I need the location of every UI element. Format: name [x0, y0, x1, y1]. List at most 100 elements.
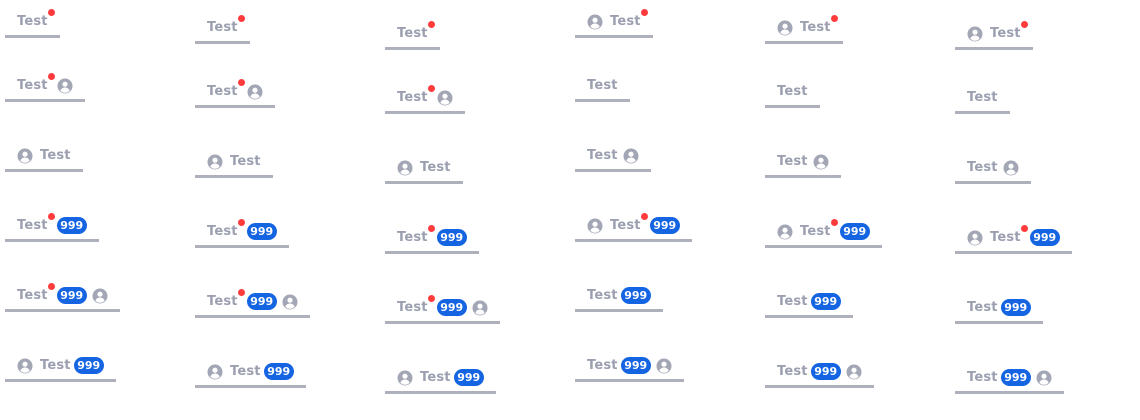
tab-item[interactable]: Test 999: [385, 294, 500, 324]
tab-label: Test: [587, 147, 618, 163]
tab-item[interactable]: Test 999: [765, 288, 853, 318]
tab-item[interactable]: Test: [195, 148, 273, 178]
count-badge: 999: [1000, 299, 1031, 316]
user-icon: [17, 358, 33, 374]
count-badge: 999: [839, 223, 870, 240]
tab-label: Test: [207, 78, 245, 99]
user-icon: [846, 364, 862, 380]
tab-item[interactable]: Test 999: [955, 224, 1072, 254]
notification-dot: [47, 212, 55, 220]
user-icon: [587, 218, 603, 234]
user-icon: [967, 26, 983, 42]
tab-item[interactable]: Test 999: [385, 364, 496, 394]
user-icon: [777, 20, 793, 36]
tab-item[interactable]: Test 999: [5, 212, 99, 242]
tab-item[interactable]: Test 999: [955, 294, 1043, 324]
tab-label: Test: [587, 357, 618, 373]
tab-item[interactable]: Test: [5, 8, 60, 38]
user-icon: [656, 358, 672, 374]
tab-item[interactable]: Test: [955, 84, 1010, 114]
tab-item[interactable]: Test 999: [195, 358, 306, 388]
tab-label: Test: [230, 363, 261, 379]
tab-item[interactable]: Test 999: [765, 218, 882, 248]
tab-item[interactable]: Test: [385, 20, 440, 50]
user-icon: [587, 14, 603, 30]
tab-item[interactable]: Test: [955, 154, 1031, 184]
tab-label: Test: [587, 77, 618, 93]
user-icon: [623, 148, 639, 164]
tab-label: Test: [967, 159, 998, 175]
notification-dot: [47, 8, 55, 16]
tab-label: Test: [207, 288, 245, 309]
user-icon: [57, 78, 73, 94]
user-icon: [17, 148, 33, 164]
tab-item[interactable]: Test: [195, 78, 275, 108]
user-icon: [472, 300, 488, 316]
tab-item[interactable]: Test: [955, 20, 1033, 50]
notification-dot: [1020, 20, 1028, 28]
count-badge: 999: [246, 223, 277, 240]
tab-label: Test: [17, 8, 55, 29]
user-icon: [1003, 160, 1019, 176]
tab-label: Test: [777, 83, 808, 99]
user-icon: [813, 154, 829, 170]
notification-dot: [47, 282, 55, 290]
tab-item[interactable]: Test 999: [195, 218, 289, 248]
tab-item[interactable]: Test: [385, 154, 463, 184]
tab-item[interactable]: Test: [765, 14, 843, 44]
user-icon: [207, 154, 223, 170]
tab-item[interactable]: Test 999: [765, 358, 874, 388]
user-icon: [397, 370, 413, 386]
notification-dot: [640, 212, 648, 220]
tab-item[interactable]: Test 999: [5, 282, 120, 312]
tab-label: Test: [397, 224, 435, 245]
tab-label: Test: [800, 14, 838, 35]
notification-dot: [830, 218, 838, 226]
tab-item[interactable]: Test: [765, 148, 841, 178]
count-badge: 999: [73, 357, 104, 374]
user-icon: [247, 84, 263, 100]
notification-dot: [237, 288, 245, 296]
tab-item[interactable]: Test: [575, 72, 630, 102]
tab-item[interactable]: Test: [5, 72, 85, 102]
tab-label: Test: [420, 159, 451, 175]
notification-dot: [47, 72, 55, 80]
tab-label: Test: [40, 147, 71, 163]
tab-label: Test: [587, 287, 618, 303]
tab-item[interactable]: Test: [575, 8, 653, 38]
count-badge: 999: [453, 369, 484, 386]
tab-label: Test: [17, 72, 55, 93]
notification-dot: [427, 84, 435, 92]
tab-item[interactable]: Test: [575, 142, 651, 172]
tab-label: Test: [17, 282, 55, 303]
tab-label: Test: [397, 20, 435, 41]
tab-item[interactable]: Test 999: [955, 364, 1064, 394]
tab-item[interactable]: Test 999: [195, 288, 310, 318]
tab-item[interactable]: Test 999: [385, 224, 479, 254]
user-icon: [1036, 370, 1052, 386]
tab-item[interactable]: Test: [195, 14, 250, 44]
tab-item[interactable]: Test: [5, 142, 83, 172]
tab-item[interactable]: Test 999: [575, 212, 692, 242]
user-icon: [777, 224, 793, 240]
tab-item[interactable]: Test 999: [575, 282, 663, 312]
count-badge: 999: [246, 293, 277, 310]
tab-label: Test: [777, 153, 808, 169]
count-badge: 999: [436, 299, 467, 316]
tab-label: Test: [800, 218, 838, 239]
tab-item[interactable]: Test: [385, 84, 465, 114]
tab-label: Test: [610, 212, 648, 233]
user-icon: [207, 364, 223, 380]
count-badge: 999: [620, 287, 651, 304]
notification-dot: [1020, 224, 1028, 232]
tab-item[interactable]: Test 999: [575, 352, 684, 382]
tab-item[interactable]: Test: [765, 78, 820, 108]
tab-label: Test: [230, 153, 261, 169]
tab-label: Test: [420, 369, 451, 385]
tab-label: Test: [207, 218, 245, 239]
user-icon: [397, 160, 413, 176]
tab-label: Test: [967, 299, 998, 315]
tabs-demo-grid: Test Test Test Test Test Test Test Test Test Test…: [0, 0, 1140, 420]
tab-item[interactable]: Test 999: [5, 352, 116, 382]
tab-label: Test: [40, 357, 71, 373]
